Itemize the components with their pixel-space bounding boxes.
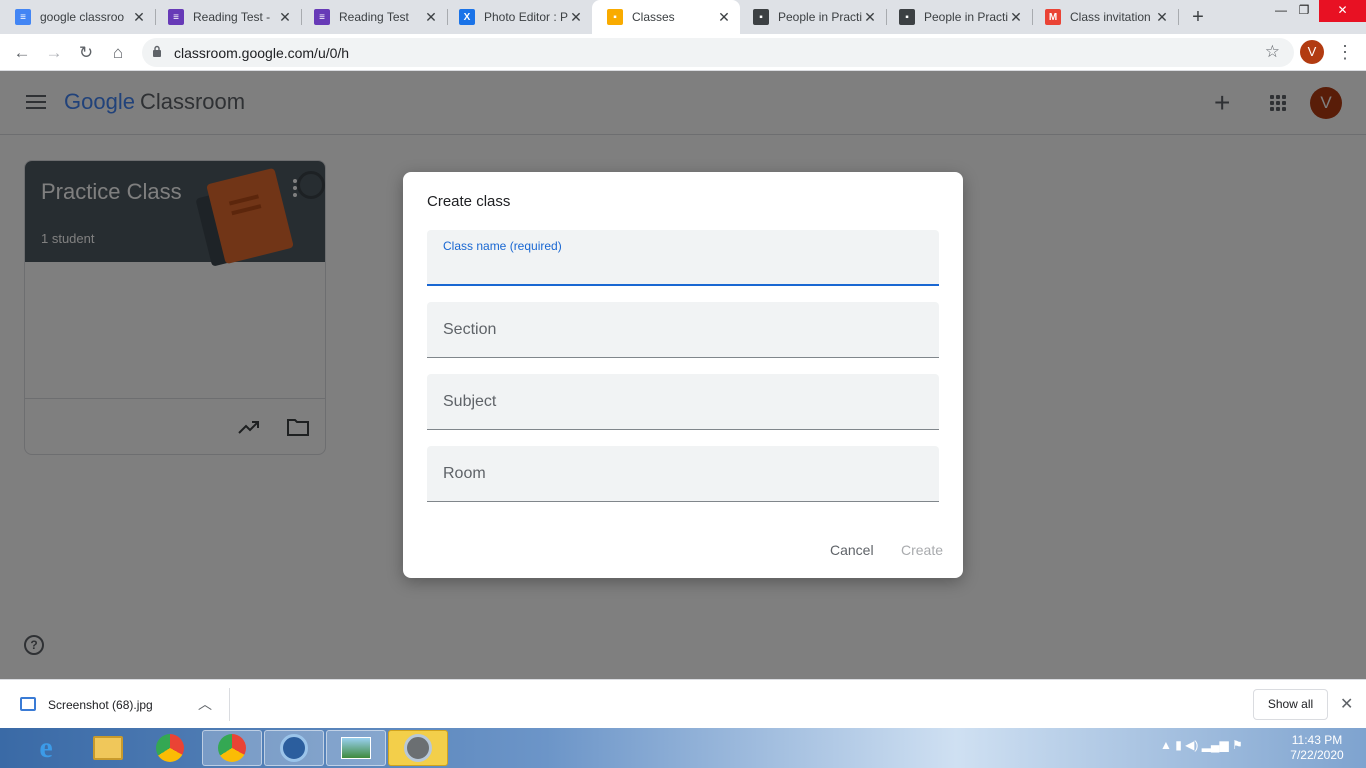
gmail-icon: M: [1045, 9, 1061, 25]
tab-people-1[interactable]: ▪ People in Practi ✕: [738, 0, 887, 34]
close-icon[interactable]: ✕: [1008, 9, 1024, 25]
tab-classes[interactable]: ▪ Classes ✕: [592, 0, 740, 34]
media-player-icon[interactable]: [264, 730, 324, 766]
tab-reading-test-2[interactable]: ≡ Reading Test ✕: [299, 0, 448, 34]
photo-viewer-icon[interactable]: [326, 730, 386, 766]
snipping-tool-icon[interactable]: [388, 730, 448, 766]
tab-title: Photo Editor : P: [484, 10, 569, 24]
cancel-button[interactable]: Cancel: [830, 542, 874, 558]
forms-icon: ≡: [314, 9, 330, 25]
clock-date: 7/22/2020: [1290, 748, 1344, 762]
tab-title: Class invitation: [1070, 10, 1151, 24]
close-icon[interactable]: ✕: [423, 9, 439, 25]
close-icon[interactable]: ✕: [277, 9, 293, 25]
docs-icon: ≡: [15, 9, 31, 25]
profile-avatar[interactable]: V: [1300, 40, 1324, 64]
image-file-icon: [20, 697, 36, 711]
new-tab-button[interactable]: +: [1186, 6, 1210, 30]
close-icon[interactable]: ✕: [862, 9, 878, 25]
reload-button[interactable]: ↻: [74, 41, 98, 65]
close-icon[interactable]: ✕: [568, 9, 584, 25]
window-close-button[interactable]: ✕: [1319, 0, 1366, 22]
room-field[interactable]: Room: [427, 446, 939, 502]
home-button[interactable]: ⌂: [106, 41, 130, 65]
close-icon[interactable]: ✕: [131, 9, 147, 25]
chrome-icon[interactable]: [140, 730, 200, 766]
internet-explorer-icon[interactable]: e: [16, 730, 76, 766]
section-field[interactable]: Section: [427, 302, 939, 358]
divider: [229, 688, 230, 721]
tab-reading-test-1[interactable]: ≡ Reading Test - ✕: [153, 0, 302, 34]
system-clock[interactable]: 11:43 PM 7/22/2020: [1284, 733, 1350, 763]
show-all-button[interactable]: Show all: [1253, 689, 1328, 720]
tab-title: People in Practi: [924, 10, 1009, 24]
close-icon[interactable]: ✕: [1154, 9, 1170, 25]
back-button[interactable]: ←: [10, 41, 34, 65]
browser-toolbar: ← → ↻ ⌂ classroom.google.com/u/0/h ☆ V ⋮: [0, 34, 1366, 71]
tab-title: Reading Test: [339, 10, 409, 24]
download-shelf: Screenshot (68).jpg ︿ Show all ✕: [0, 679, 1366, 728]
photo-editor-icon: X: [459, 9, 475, 25]
clock-time: 11:43 PM: [1291, 733, 1343, 747]
tab-title: google classroo: [40, 10, 125, 24]
url-text: classroom.google.com/u/0/h: [174, 45, 350, 61]
class-name-label: Class name (required): [443, 239, 562, 253]
room-label: Room: [443, 465, 486, 482]
forms-icon: ≡: [168, 9, 184, 25]
tab-photo-editor[interactable]: X Photo Editor : P ✕: [444, 0, 592, 34]
close-icon[interactable]: ✕: [1340, 694, 1353, 714]
subject-field[interactable]: Subject: [427, 374, 939, 430]
tab-class-invitation[interactable]: M Class invitation ✕: [1030, 0, 1179, 34]
chrome-active-icon[interactable]: [202, 730, 262, 766]
classroom-icon: ▪: [899, 9, 915, 25]
create-class-dialog: Create class Class name (required) Secti…: [403, 172, 963, 578]
lock-icon: [153, 45, 161, 57]
browser-menu-icon[interactable]: ⋮: [1336, 40, 1354, 64]
bookmark-star-icon[interactable]: ☆: [1265, 42, 1280, 62]
forward-button[interactable]: →: [42, 41, 66, 65]
close-icon[interactable]: ✕: [716, 9, 732, 25]
create-button[interactable]: Create: [901, 542, 943, 558]
classroom-icon: ▪: [607, 9, 623, 25]
download-file-name[interactable]: Screenshot (68).jpg: [48, 698, 153, 712]
tab-strip: ≡ google classroo ✕ ≡ Reading Test - ✕ ≡…: [0, 0, 1366, 34]
subject-label: Subject: [443, 393, 497, 410]
address-bar[interactable]: classroom.google.com/u/0/h ☆: [142, 38, 1294, 67]
tab-google-classroom[interactable]: ≡ google classroo ✕: [0, 0, 156, 34]
chevron-up-icon[interactable]: ︿: [198, 694, 212, 714]
tab-title: People in Practi: [778, 10, 863, 24]
section-label: Section: [443, 321, 497, 338]
file-explorer-icon[interactable]: [78, 730, 138, 766]
class-name-field[interactable]: Class name (required): [427, 230, 939, 286]
tab-title: Reading Test -: [193, 10, 271, 24]
classroom-icon: ▪: [753, 9, 769, 25]
system-tray-icons[interactable]: ▲ ▮ ◀) ▂▄▆ ⚑: [1160, 738, 1243, 752]
windows-taskbar: e ▲ ▮ ◀) ▂▄▆ ⚑ 11:43 PM 7/22/2020: [0, 728, 1366, 768]
tab-people-2[interactable]: ▪ People in Practi ✕: [884, 0, 1033, 34]
dialog-title: Create class: [427, 193, 511, 210]
tab-title: Classes: [632, 10, 675, 24]
